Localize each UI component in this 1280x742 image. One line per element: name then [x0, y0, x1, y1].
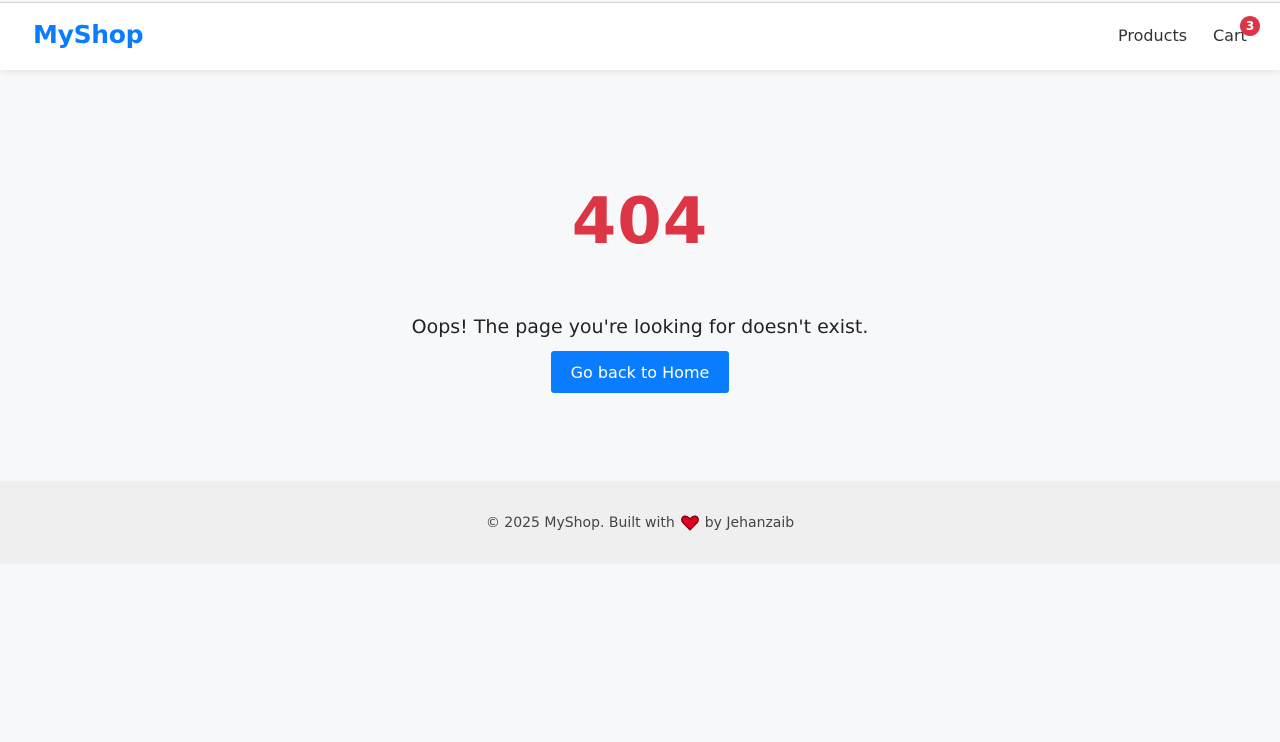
- footer-text: © 2025 MyShop. Built with by Jehanzaib: [486, 515, 794, 531]
- cart-count-badge: 3: [1240, 16, 1260, 36]
- navbar: MyShop Products Cart 3: [0, 3, 1280, 70]
- error-message: Oops! The page you're looking for doesn'…: [411, 316, 869, 338]
- footer-author: by Jehanzaib: [704, 514, 795, 531]
- error-code: 404: [571, 185, 709, 259]
- footer: © 2025 MyShop. Built with by Jehanzaib: [0, 481, 1280, 564]
- brand-logo[interactable]: MyShop: [33, 20, 144, 49]
- heart-icon: [680, 514, 699, 531]
- nav-products-link[interactable]: Products: [1118, 26, 1187, 45]
- go-home-button[interactable]: Go back to Home: [551, 351, 729, 393]
- footer-copyright: © 2025 MyShop. Built with: [485, 514, 675, 531]
